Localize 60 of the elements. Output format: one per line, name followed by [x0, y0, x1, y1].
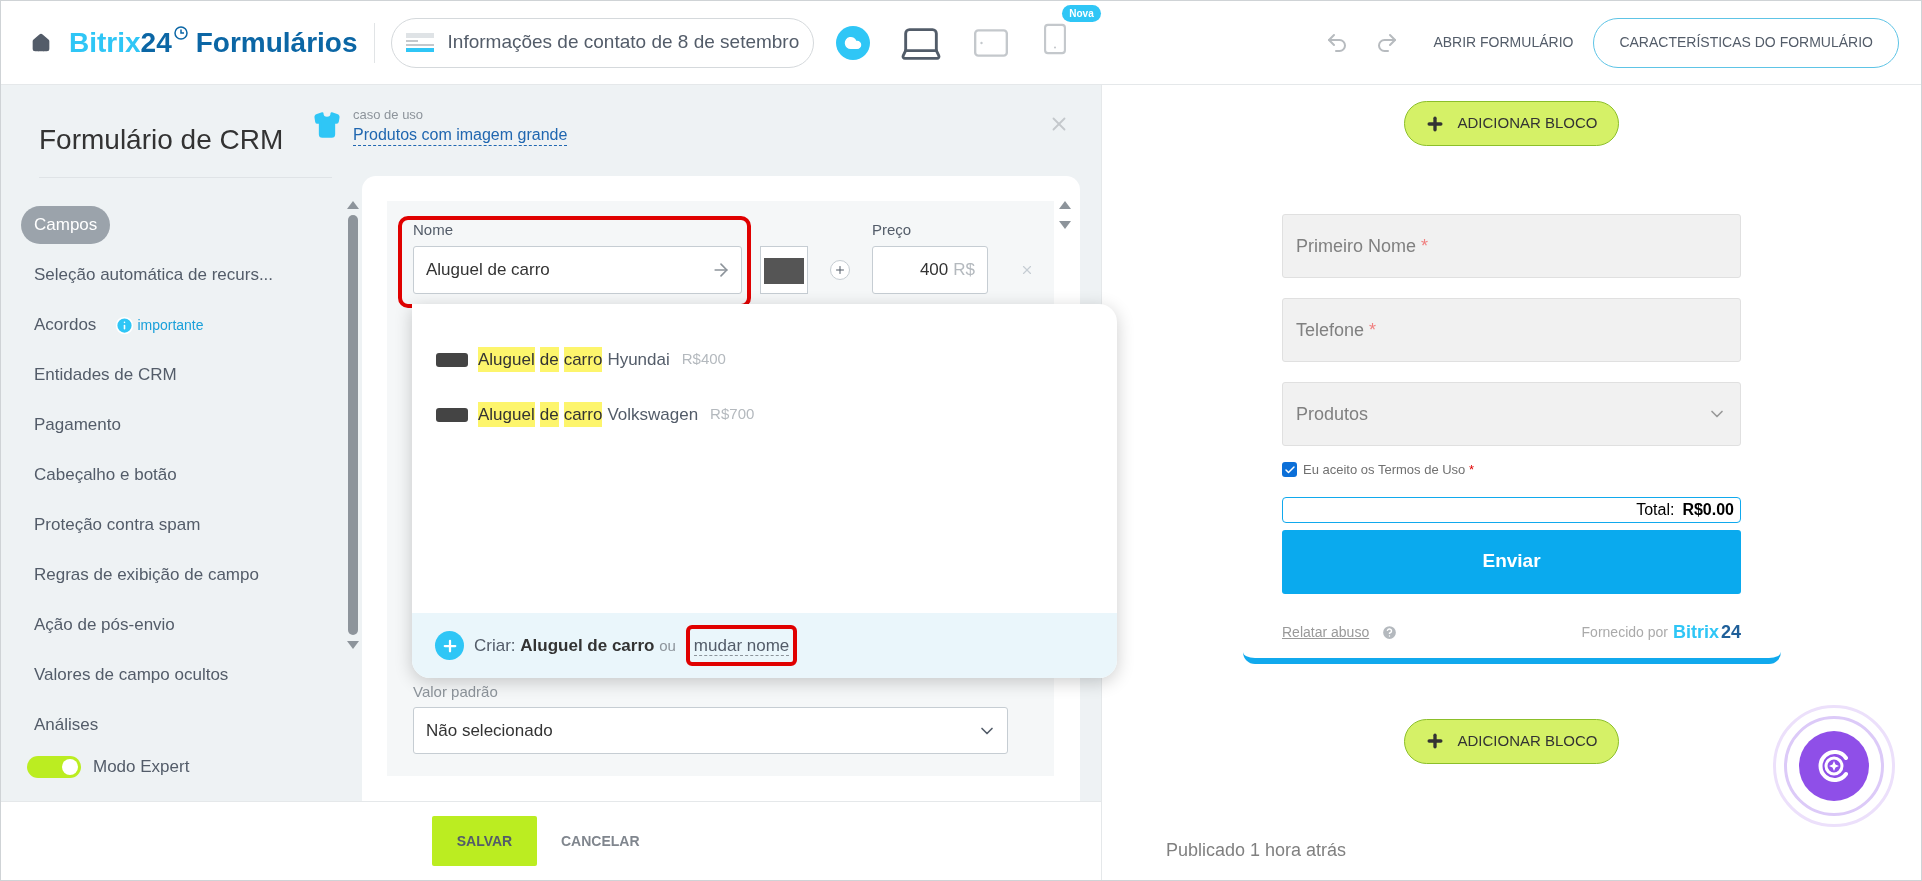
- use-case-label: caso de uso: [353, 106, 425, 124]
- form-input[interactable]: Telefone *: [1282, 298, 1741, 362]
- expert-mode-label: Modo Expert: [93, 756, 190, 778]
- default-value-select[interactable]: Não selecionado: [413, 707, 1008, 754]
- form-title: Formulário de CRM: [39, 123, 284, 157]
- sidebar-item[interactable]: Entidades de CRM: [21, 356, 190, 394]
- price-input[interactable]: 400 R$: [872, 245, 988, 294]
- total-field: Total: R$0.00: [1282, 496, 1741, 523]
- scroll-down-icon[interactable]: [347, 641, 359, 649]
- powered-by-text: Fornecido por: [1581, 622, 1668, 642]
- sidebar-item[interactable]: Ação de pós-envio: [21, 606, 188, 644]
- cloud-button[interactable]: [836, 25, 871, 60]
- default-value-label: Valor padrão: [413, 681, 499, 702]
- t-shirt-icon: [313, 111, 341, 140]
- suggestion-item[interactable]: Aluguel de carro Hyundai R$400: [412, 332, 1117, 387]
- sidebar-item[interactable]: Seleção automática de recurs...: [21, 256, 287, 294]
- sidebar-item[interactable]: Acordos: [21, 306, 110, 344]
- products-select[interactable]: Produtos: [1282, 382, 1741, 446]
- form-input[interactable]: Primeiro Nome *: [1282, 214, 1741, 278]
- create-text[interactable]: Criar: Aluguel de carro ou: [474, 632, 676, 659]
- add-image-icon[interactable]: [830, 259, 850, 280]
- product-photo-placeholder[interactable]: [760, 245, 808, 294]
- bitrix-logo: Bitrix24: [1672, 620, 1741, 644]
- use-case-link[interactable]: Produtos com imagem grande: [353, 124, 568, 146]
- scroll-up-icon[interactable]: [347, 201, 359, 209]
- info-icon: [115, 315, 135, 335]
- save-button[interactable]: SALVAR: [432, 816, 537, 866]
- open-form-link[interactable]: ABRIR FORMULÁRIO: [1433, 32, 1574, 53]
- suggestion-item[interactable]: Aluguel de carro Volkswagen R$700: [412, 387, 1117, 442]
- rename-link[interactable]: mudar nome: [693, 635, 790, 656]
- add-block-button[interactable]: ADICIONAR BLOCO: [1404, 718, 1619, 764]
- form-thumbnail-icon: [405, 32, 434, 53]
- cancel-button[interactable]: CANCELAR: [561, 830, 640, 852]
- car-photo-placeholder: [436, 352, 468, 367]
- app-logo: Bitrix24 Formulários: [69, 24, 358, 60]
- scroll-up-icon[interactable]: [1059, 201, 1071, 209]
- sidebar-item[interactable]: Pagamento: [21, 406, 134, 444]
- expert-mode-toggle[interactable]: [27, 755, 81, 778]
- add-block-button[interactable]: ADICIONAR BLOCO: [1404, 101, 1619, 146]
- scroll-down-icon[interactable]: [1059, 221, 1071, 229]
- car-photo-placeholder: [436, 407, 468, 422]
- home-icon[interactable]: [31, 32, 51, 53]
- form-characteristics-button[interactable]: CARACTERÍSTICAS DO FORMULÁRIO: [1593, 17, 1899, 68]
- scrollbar-thumb[interactable]: [348, 215, 358, 635]
- terms-label: Eu aceito os Termos de Uso *: [1303, 461, 1475, 479]
- sidebar-item[interactable]: Cabeçalho e botão: [21, 456, 190, 494]
- sidebar-item[interactable]: Regras de exibição de campo: [21, 556, 272, 594]
- sidebar-item[interactable]: Análises: [21, 706, 112, 744]
- create-plus-icon[interactable]: [435, 631, 464, 660]
- published-status: Publicado 1 hora atrás: [1166, 839, 1347, 862]
- sidebar-item[interactable]: Valores de campo ocultos: [21, 656, 242, 694]
- name-label: Nome: [413, 220, 454, 240]
- new-badge: Nova: [1062, 5, 1101, 22]
- name-input[interactable]: Aluguel de carro: [413, 245, 742, 294]
- price-label: Preço: [872, 220, 913, 240]
- important-label: importante: [137, 315, 204, 335]
- sidebar-item[interactable]: Proteção contra spam: [21, 506, 214, 544]
- help-icon: [1381, 623, 1399, 641]
- terms-checkbox[interactable]: [1282, 462, 1297, 478]
- assistant-button[interactable]: [1773, 705, 1895, 827]
